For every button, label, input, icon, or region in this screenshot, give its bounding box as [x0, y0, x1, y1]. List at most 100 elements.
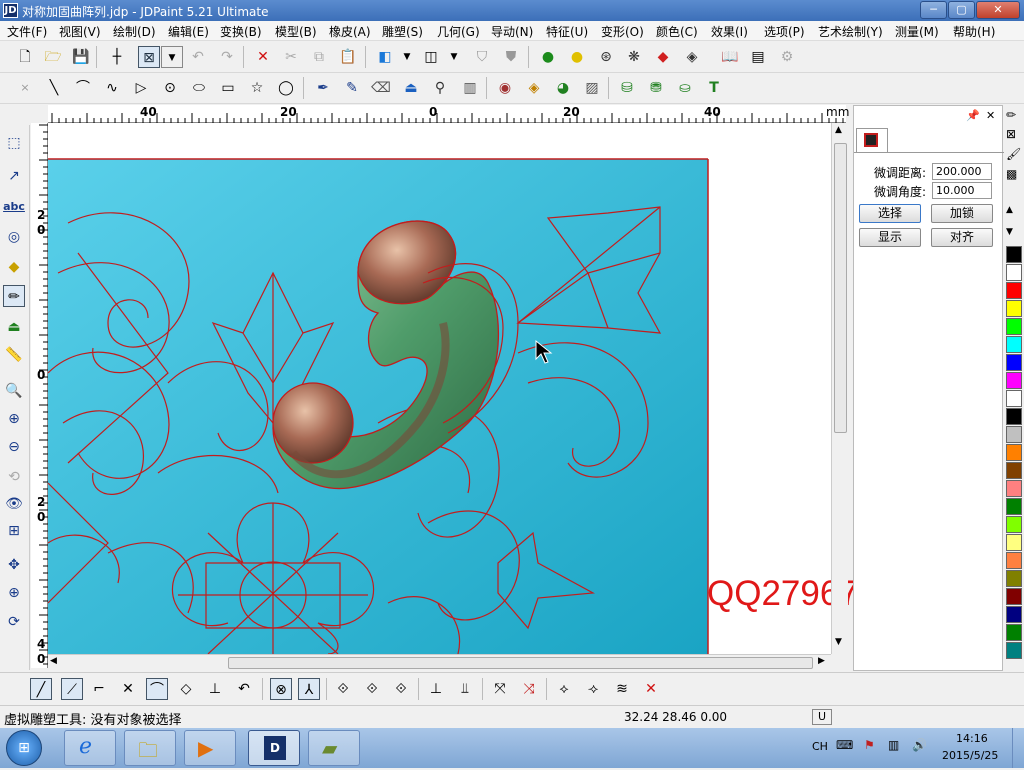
- eye-icon[interactable]: 👁: [3, 493, 25, 515]
- measure-icon[interactable]: 📏: [3, 344, 25, 366]
- scroll-up-icon[interactable]: ▲: [835, 125, 842, 135]
- zoom-fit-icon[interactable]: ⊕: [3, 582, 25, 604]
- horizontal-scrollbar[interactable]: ◀ ▶: [48, 654, 831, 671]
- snap-arc-icon[interactable]: ⌒: [146, 678, 168, 700]
- menu-art-draw[interactable]: 艺术绘制(Y): [818, 23, 883, 40]
- hatch-icon[interactable]: ▨: [581, 77, 603, 99]
- select-rect-icon[interactable]: ⬚: [3, 132, 25, 154]
- color-swatch[interactable]: [1006, 372, 1022, 389]
- list-icon[interactable]: ▤: [747, 46, 769, 68]
- extend-icon[interactable]: ⟢: [582, 678, 604, 700]
- jdpaint-task-icon[interactable]: D: [248, 730, 300, 766]
- dropdown-arrow-icon[interactable]: ▼: [161, 46, 183, 68]
- polygon-icon[interactable]: ◯: [275, 77, 297, 99]
- point-icon[interactable]: ×: [14, 77, 36, 99]
- tray-language[interactable]: CH: [812, 740, 828, 753]
- menu-feature[interactable]: 特征(U): [546, 23, 588, 40]
- crosshair-icon[interactable]: ┼: [106, 46, 128, 68]
- delete-icon[interactable]: ✕: [252, 46, 274, 68]
- palette-scroll-down-icon[interactable]: ▼: [1006, 227, 1013, 237]
- lighting-setup-icon[interactable]: ⊛: [595, 46, 617, 68]
- menu-measure[interactable]: 测量(M): [895, 23, 939, 40]
- eraser-icon[interactable]: ⌫: [370, 77, 392, 99]
- material-icon[interactable]: ◈: [681, 46, 703, 68]
- copy-icon[interactable]: ⧉: [308, 46, 330, 68]
- color-swatch[interactable]: [1006, 318, 1022, 335]
- color-swatch[interactable]: [1006, 354, 1022, 371]
- fill-area-icon[interactable]: ⛃: [645, 77, 667, 99]
- snap-circle-icon[interactable]: ◇: [175, 678, 197, 700]
- sculpt-stroke-icon[interactable]: ✒: [312, 77, 334, 99]
- menu-effect[interactable]: 效果(I): [711, 23, 748, 40]
- snap-perpendicular-icon[interactable]: ⊥: [204, 678, 226, 700]
- color-swatch[interactable]: [1006, 624, 1022, 641]
- color-swatch[interactable]: [1006, 444, 1022, 461]
- align-button[interactable]: 对齐: [931, 228, 993, 247]
- select-box-icon[interactable]: ⊠: [138, 46, 160, 68]
- start-button[interactable]: ⊞: [6, 730, 42, 766]
- media-player-icon[interactable]: ▶: [184, 730, 236, 766]
- color-swatch[interactable]: [1006, 462, 1022, 479]
- view-dropdown-icon[interactable]: ▼: [443, 46, 465, 68]
- color-swatch[interactable]: [1006, 570, 1022, 587]
- lock-button[interactable]: 加锁: [931, 204, 993, 223]
- new-file-icon[interactable]: 🗋: [14, 46, 36, 68]
- undo-icon[interactable]: ↶: [187, 46, 209, 68]
- fill-layer-icon[interactable]: ⛀: [674, 77, 696, 99]
- paint-bucket-icon[interactable]: ⛁: [616, 77, 638, 99]
- explorer-icon[interactable]: 🗀: [124, 730, 176, 766]
- text-tool-icon[interactable]: T: [703, 77, 725, 99]
- arc-icon[interactable]: ⌒: [72, 77, 94, 99]
- spline-icon[interactable]: ∿: [101, 77, 123, 99]
- trim-icon[interactable]: ⟡: [553, 678, 575, 700]
- zoom-window-icon[interactable]: 🔍: [3, 380, 25, 402]
- ie-icon[interactable]: ℯ: [64, 730, 116, 766]
- bell-icon[interactable]: ⏏: [3, 316, 25, 338]
- paste-icon[interactable]: 📋: [337, 46, 359, 68]
- ellipse-icon[interactable]: ⬭: [188, 77, 210, 99]
- vertical-scrollbar[interactable]: ▲ ▼: [831, 123, 848, 654]
- menu-view[interactable]: 视图(V): [59, 23, 101, 40]
- scroll-down-icon[interactable]: ▼: [835, 637, 842, 647]
- menu-geometry[interactable]: 几何(G): [437, 23, 480, 40]
- menu-guide[interactable]: 导动(N): [491, 23, 533, 40]
- brush-icon[interactable]: 🖌: [1006, 147, 1021, 161]
- pencil-icon[interactable]: ✏: [1006, 108, 1016, 122]
- star-icon[interactable]: ☆: [246, 77, 268, 99]
- menu-options[interactable]: 选项(P): [764, 23, 805, 40]
- clock-date[interactable]: 2015/5/25: [942, 749, 998, 762]
- color-swatch[interactable]: [1006, 480, 1022, 497]
- flag-icon[interactable]: ⚑: [864, 738, 875, 752]
- palette-scroll-up-icon[interactable]: ▲: [1006, 205, 1013, 215]
- menu-deform[interactable]: 变形(O): [601, 23, 644, 40]
- relief-icon[interactable]: ◉: [494, 77, 516, 99]
- view-cube-icon[interactable]: ◫: [420, 46, 442, 68]
- scroll-right-icon[interactable]: ▶: [818, 656, 825, 666]
- shape-circle-icon[interactable]: ◎: [3, 226, 25, 248]
- vertical-scroll-thumb[interactable]: [834, 143, 847, 433]
- target-icon[interactable]: ◈: [523, 77, 545, 99]
- clamp-icon[interactable]: ⚲: [429, 77, 451, 99]
- scroll-left-icon[interactable]: ◀: [50, 656, 57, 666]
- rectangle-icon[interactable]: ▭: [217, 77, 239, 99]
- maximize-button[interactable]: ▢: [948, 1, 975, 19]
- pan-icon[interactable]: ✥: [3, 554, 25, 576]
- panel-tab[interactable]: [856, 128, 888, 152]
- book-icon[interactable]: 📖: [719, 46, 741, 68]
- polyline-icon[interactable]: ▷: [130, 77, 152, 99]
- texture-icon[interactable]: ▩: [1006, 167, 1017, 181]
- menu-help[interactable]: 帮助(H): [953, 23, 995, 40]
- menu-draw[interactable]: 绘制(D): [113, 23, 156, 40]
- show-button[interactable]: 显示: [859, 228, 921, 247]
- stamp-icon[interactable]: ▥: [459, 77, 481, 99]
- color-swatch[interactable]: [1006, 264, 1022, 281]
- select-button[interactable]: 选择: [859, 204, 921, 223]
- color-swatch[interactable]: [1006, 426, 1022, 443]
- color-swatch[interactable]: [1006, 300, 1022, 317]
- rotate-view-icon[interactable]: ⟳: [3, 611, 25, 633]
- snap-grid3-icon[interactable]: ⟐: [390, 678, 412, 700]
- color-swatch[interactable]: [1006, 606, 1022, 623]
- circle-icon[interactable]: ⊙: [159, 77, 181, 99]
- cut-icon[interactable]: ✂: [280, 46, 302, 68]
- color-swatch[interactable]: [1006, 516, 1022, 533]
